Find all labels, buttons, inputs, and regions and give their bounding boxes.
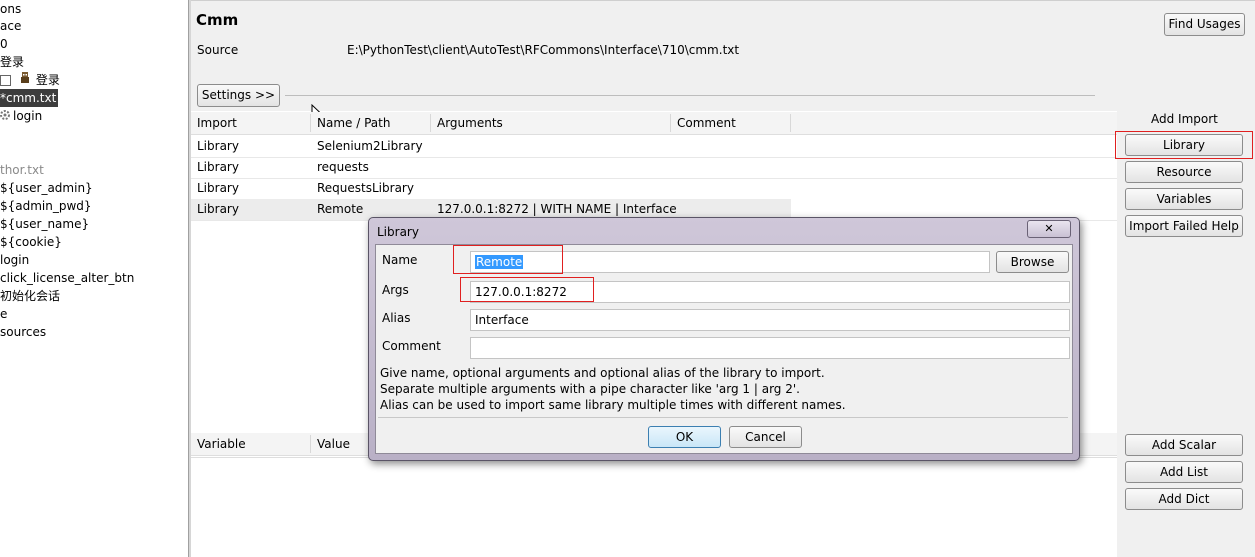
help-line: Alias can be used to import same library…: [380, 398, 846, 412]
add-resource-button[interactable]: Resource: [1125, 161, 1243, 183]
tree-item[interactable]: ${cookie}: [0, 233, 62, 251]
table-row[interactable]: Library requests: [191, 157, 1117, 179]
column-header: Variable: [197, 437, 246, 451]
close-button[interactable]: ✕: [1027, 220, 1071, 238]
column-header: Value: [317, 437, 350, 451]
source-path: E:\PythonTest\client\AutoTest\RFCommons\…: [347, 43, 740, 57]
column-separator[interactable]: [310, 114, 311, 132]
page-title: Cmm: [196, 11, 239, 29]
tree-item-label: sources: [0, 325, 47, 339]
import-type-cell[interactable]: Library: [197, 136, 239, 157]
robot-icon: [18, 71, 32, 90]
add-dict-button[interactable]: Add Dict: [1125, 488, 1243, 510]
tree-item-label: ${user_admin}: [0, 181, 93, 195]
tree-item-label: ace: [0, 19, 22, 33]
table-row[interactable]: Library RequestsLibrary: [191, 178, 1117, 200]
settings-toggle-button[interactable]: Settings >>: [197, 84, 280, 107]
tree-item-label: 登录: [35, 73, 60, 87]
tree-item-selected[interactable]: *cmm.txt: [0, 89, 59, 107]
alias-field[interactable]: Interface: [470, 309, 1070, 331]
source-label: Source: [197, 43, 239, 57]
column-separator[interactable]: [430, 114, 431, 132]
tree-item-label: *cmm.txt: [0, 91, 57, 105]
column-header: Name / Path: [317, 116, 391, 130]
alias-label: Alias: [382, 311, 411, 325]
import-type-cell[interactable]: Library: [197, 157, 239, 178]
tree-item[interactable]: ons: [0, 0, 21, 18]
tree-item-label: click_license_alter_btn: [0, 271, 135, 285]
highlight-box: [460, 277, 594, 302]
alias-value: Interface: [475, 313, 529, 327]
library-dialog: Library ✕ Name Remote Browse Args 127.0.…: [368, 217, 1080, 461]
tree-item-label: 登录: [0, 55, 25, 69]
tree-item-keyword[interactable]: login: [0, 107, 42, 125]
tree-item[interactable]: click_license_alter_btn: [0, 269, 134, 287]
tree-item[interactable]: ${user_name}: [0, 215, 89, 233]
column-separator[interactable]: [670, 114, 671, 132]
add-import-title: Add Import: [1151, 112, 1218, 126]
import-name-cell[interactable]: Selenium2Library: [317, 136, 423, 157]
column-header: Import: [197, 116, 237, 130]
import-name-cell[interactable]: requests: [317, 157, 369, 178]
import-type-cell[interactable]: Library: [197, 178, 239, 199]
add-scalar-button[interactable]: Add Scalar: [1125, 434, 1243, 456]
suite-tree: ons ace 0 登录 登录 *cmm.txt login thor.txt …: [0, 0, 188, 557]
help-line: Give name, optional arguments and option…: [380, 366, 825, 380]
import-actions-panel: Add Import Library Resource Variables Im…: [1117, 110, 1255, 557]
tree-item-label: 初始化会话: [0, 289, 61, 303]
tree-item[interactable]: ${user_admin}: [0, 179, 93, 197]
column-separator[interactable]: [790, 114, 791, 132]
imports-table-header: Import Name / Path Arguments Comment: [191, 112, 1117, 135]
tree-item[interactable]: ${admin_pwd}: [0, 197, 92, 215]
comment-field[interactable]: [470, 337, 1070, 359]
table-row[interactable]: Library Selenium2Library: [191, 136, 1117, 158]
tree-item-label: login: [13, 109, 43, 123]
add-list-button[interactable]: Add List: [1125, 461, 1243, 483]
args-label: Args: [382, 283, 409, 297]
column-header: Comment: [677, 116, 736, 130]
import-name-cell[interactable]: Remote: [317, 199, 363, 220]
name-label: Name: [382, 253, 418, 267]
tree-item[interactable]: 0: [0, 35, 8, 53]
highlight-box: [453, 245, 563, 274]
help-text: Give name, optional arguments and option…: [380, 365, 846, 413]
tree-item-label: ${cookie}: [0, 235, 62, 249]
dialog-title: Library: [377, 225, 419, 239]
tree-item[interactable]: 初始化会话: [0, 287, 60, 305]
tree-item[interactable]: 登录: [0, 53, 24, 71]
close-icon: ✕: [1044, 222, 1054, 235]
tree-item[interactable]: sources: [0, 323, 46, 341]
tree-item[interactable]: ace: [0, 17, 21, 35]
checkbox-icon[interactable]: [0, 75, 11, 86]
divider: [285, 95, 1095, 96]
column-separator[interactable]: [310, 435, 311, 453]
tree-item-label: thor.txt: [0, 163, 44, 177]
browse-button[interactable]: Browse: [996, 251, 1069, 273]
tree-item-label: ons: [0, 2, 22, 16]
gear-icon: [0, 108, 10, 126]
cancel-button[interactable]: Cancel: [729, 426, 802, 448]
tree-item-label: 0: [0, 37, 8, 51]
tree-item[interactable]: thor.txt: [0, 161, 44, 179]
settings-panel: Cmm Find Usages Source E:\PythonTest\cli…: [191, 0, 1255, 122]
comment-label: Comment: [382, 339, 441, 353]
help-line: Separate multiple arguments with a pipe …: [380, 382, 800, 396]
tree-item-label: ${admin_pwd}: [0, 199, 92, 213]
tree-item[interactable]: login: [0, 251, 29, 269]
tree-item-label: ${user_name}: [0, 217, 90, 231]
column-header: Arguments: [437, 116, 503, 130]
dialog-body: Name Remote Browse Args 127.0.0.1:8272 A…: [375, 244, 1073, 454]
find-usages-button[interactable]: Find Usages: [1164, 13, 1245, 36]
ok-button[interactable]: OK: [648, 426, 721, 448]
highlight-box: [1115, 131, 1253, 159]
add-variables-button[interactable]: Variables: [1125, 188, 1243, 210]
import-name-cell[interactable]: RequestsLibrary: [317, 178, 414, 199]
import-type-cell[interactable]: Library: [197, 199, 239, 220]
tree-item[interactable]: e: [0, 305, 7, 323]
tree-item-test[interactable]: 登录: [0, 71, 60, 89]
tree-item-label: e: [0, 307, 8, 321]
import-failed-help-button[interactable]: Import Failed Help: [1125, 215, 1243, 237]
tree-item-label: login: [0, 253, 30, 267]
divider: [378, 417, 1068, 418]
